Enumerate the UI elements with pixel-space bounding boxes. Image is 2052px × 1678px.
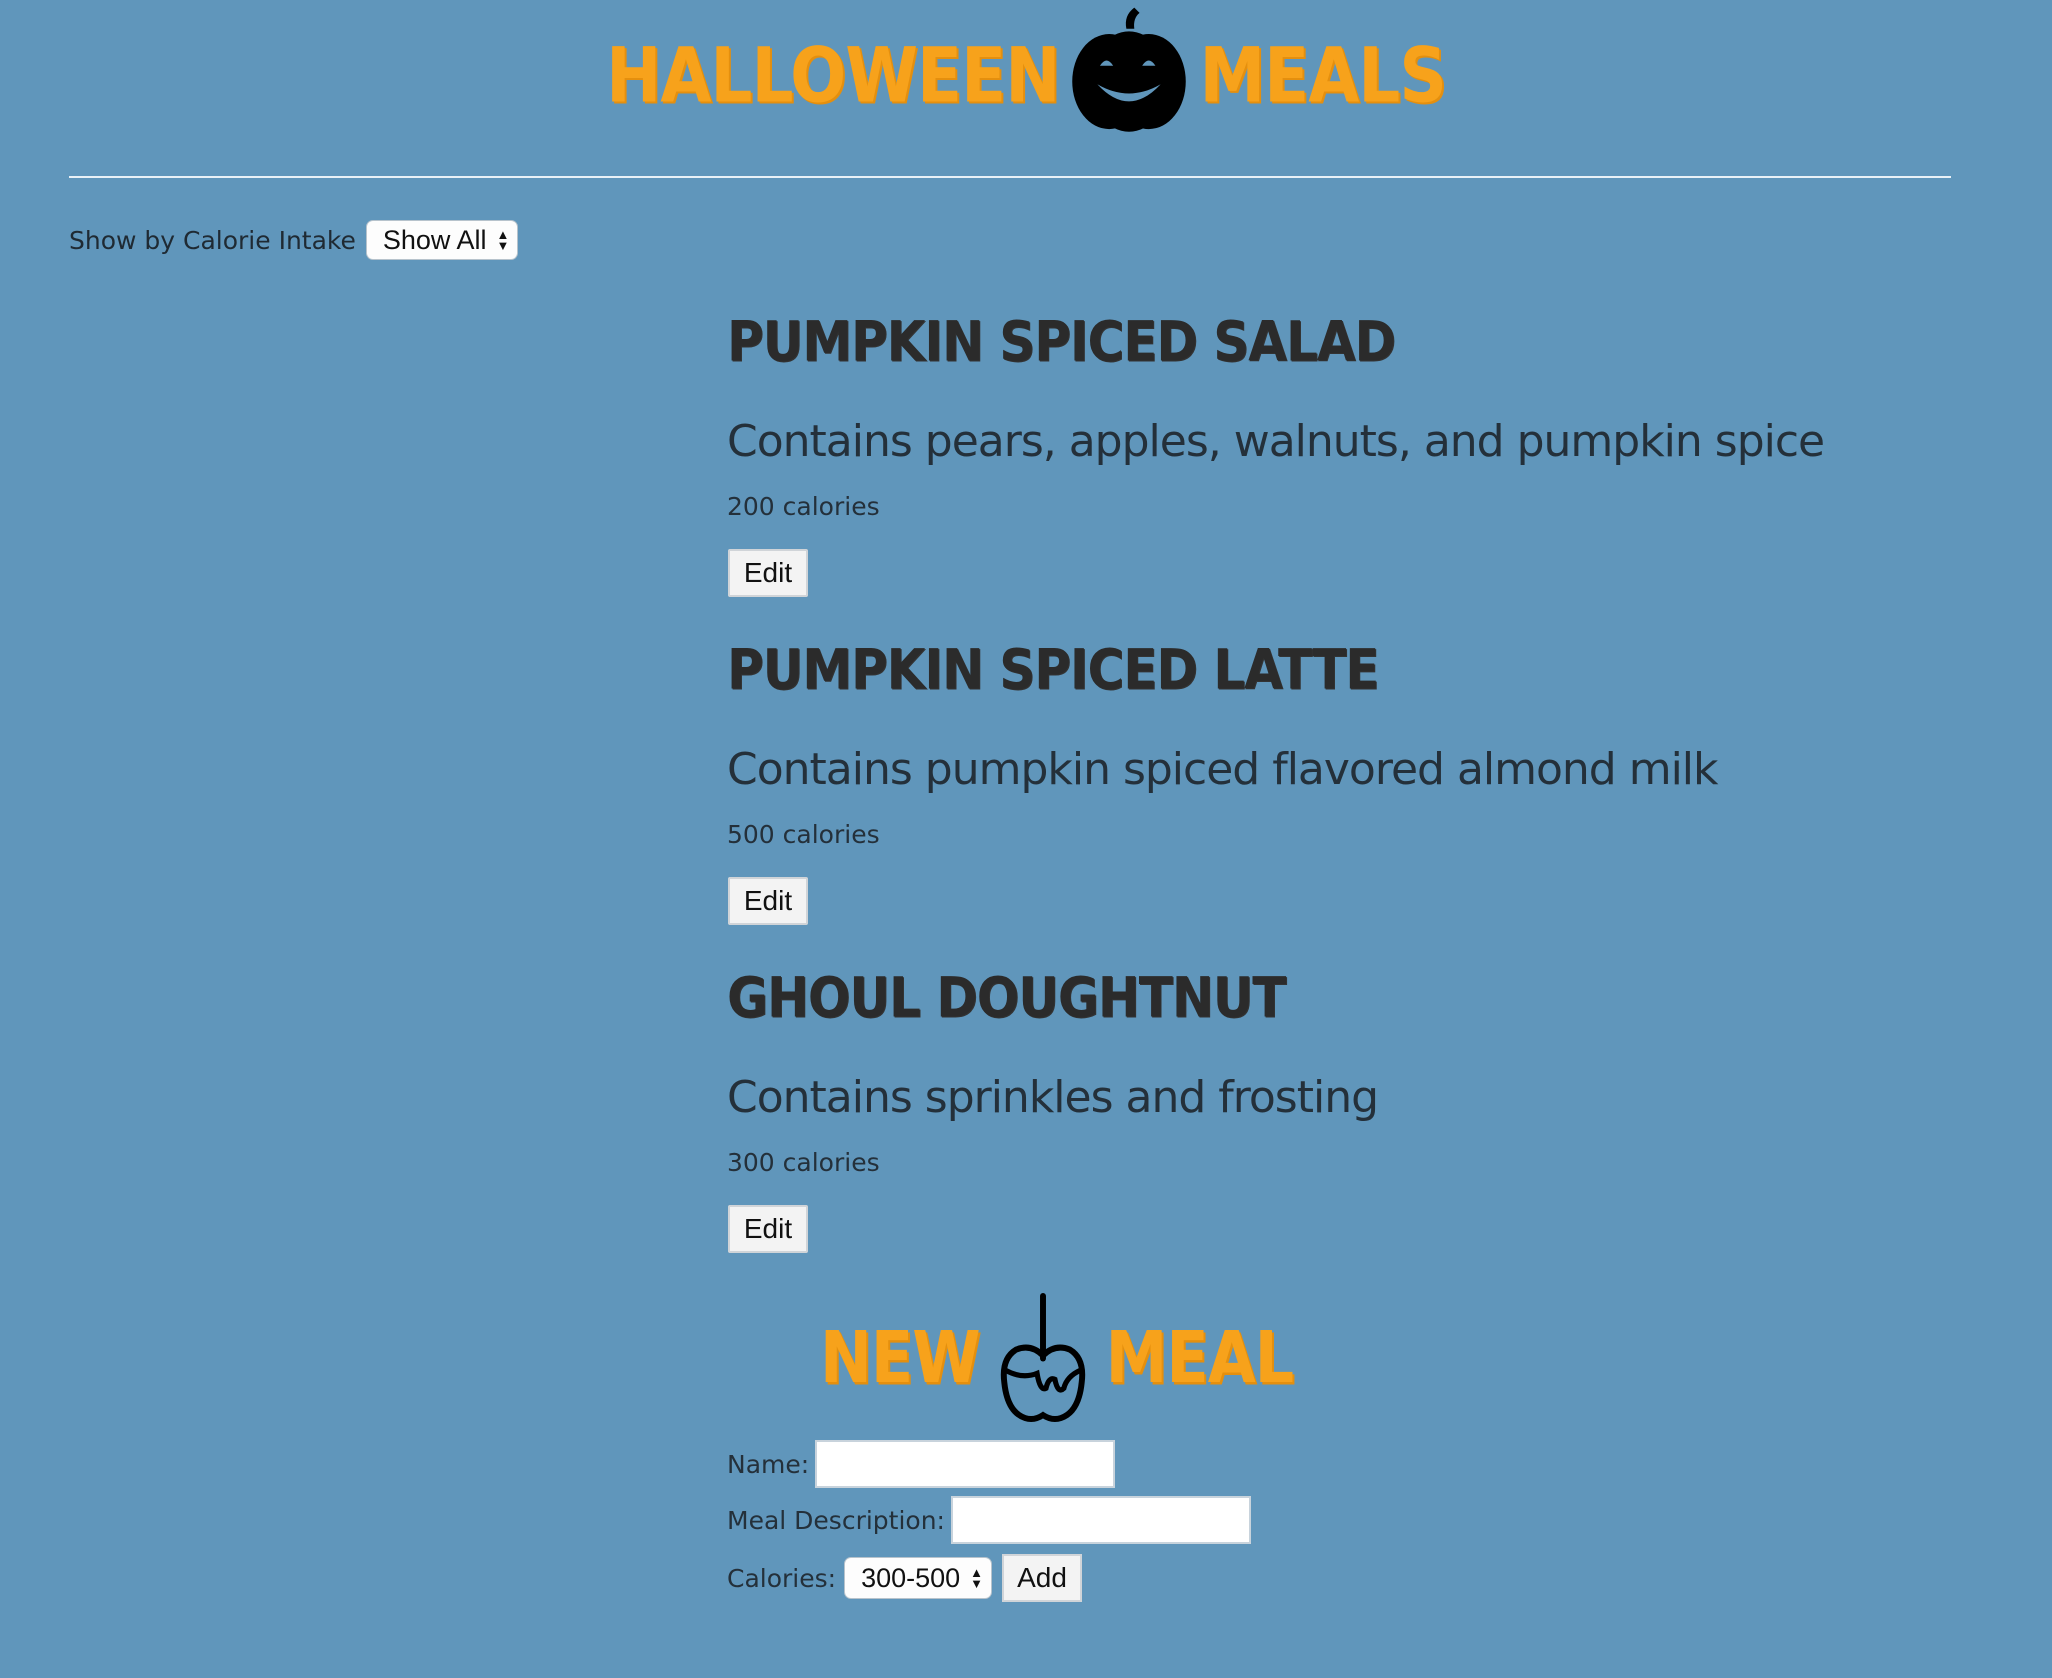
- meal-description: Contains sprinkles and frosting: [727, 1072, 1379, 1123]
- new-meal-word-meal: MEAL: [1105, 1315, 1295, 1399]
- select-arrows-icon: ▲ ▼: [496, 227, 510, 253]
- description-row: Meal Description:: [727, 1496, 1251, 1544]
- meal-item: PUMPKIN SPICED SALAD Contains pears, app…: [727, 300, 1927, 628]
- pumpkin-icon: [1072, 7, 1187, 132]
- edit-button[interactable]: Edit: [728, 1205, 808, 1253]
- title-meals: MEALS: [1199, 30, 1446, 120]
- meal-calories: 300 calories: [727, 1148, 880, 1177]
- name-input[interactable]: [815, 1440, 1116, 1488]
- filter-label: Show by Calorie Intake: [69, 225, 356, 255]
- calories-label: Calories:: [727, 1563, 837, 1593]
- meal-calories: 500 calories: [727, 820, 880, 849]
- name-row: Name:: [727, 1440, 1116, 1488]
- calorie-filter-select[interactable]: Show All ▲ ▼: [365, 220, 519, 260]
- description-input[interactable]: [950, 1496, 1251, 1544]
- meal-description: Contains pears, apples, walnuts, and pum…: [727, 416, 1825, 467]
- description-label: Meal Description:: [727, 1505, 945, 1535]
- name-label: Name:: [727, 1449, 810, 1479]
- calorie-filter: Show by Calorie Intake Show All ▲ ▼: [69, 220, 519, 260]
- meal-description: Contains pumpkin spiced flavored almond …: [727, 744, 1719, 795]
- title-halloween: HALLOWEEN: [606, 30, 1060, 120]
- meal-item: PUMPKIN SPICED LATTE Contains pumpkin sp…: [727, 628, 1927, 956]
- candy-apple-icon: [1000, 1292, 1085, 1422]
- site-header: HALLOWEEN MEALS: [0, 0, 2052, 150]
- meal-item: GHOUL DOUGHTNUT Contains sprinkles and f…: [727, 956, 1927, 1284]
- calories-selected-value: 300-500: [861, 1562, 961, 1593]
- meal-name: PUMPKIN SPICED LATTE: [727, 638, 1379, 702]
- add-button[interactable]: Add: [1002, 1554, 1083, 1602]
- meal-name: PUMPKIN SPICED SALAD: [727, 310, 1396, 374]
- edit-button[interactable]: Edit: [728, 877, 808, 925]
- filter-selected-value: Show All: [382, 224, 487, 255]
- header-divider: [69, 176, 1951, 178]
- calories-select[interactable]: 300-500 ▲ ▼: [844, 1557, 993, 1599]
- meal-calories: 200 calories: [727, 492, 880, 521]
- new-meal-word-new: NEW: [820, 1315, 981, 1399]
- select-arrows-icon: ▲ ▼: [970, 1565, 984, 1591]
- calories-row: Calories: 300-500 ▲ ▼ Add: [727, 1554, 1083, 1602]
- meal-list: PUMPKIN SPICED SALAD Contains pears, app…: [727, 300, 1927, 1284]
- edit-button[interactable]: Edit: [728, 549, 808, 597]
- new-meal-heading: NEW MEAL: [820, 1290, 1295, 1424]
- meal-name: GHOUL DOUGHTNUT: [727, 966, 1286, 1030]
